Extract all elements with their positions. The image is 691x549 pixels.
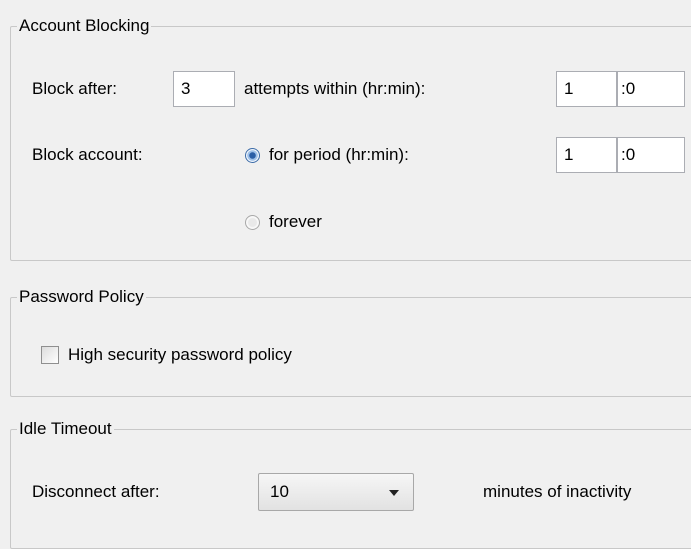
idle-timeout-legend: Idle Timeout [17, 418, 114, 440]
period-minutes-input[interactable]: :0 [617, 137, 685, 173]
minutes-inactivity-label: minutes of inactivity [483, 482, 632, 501]
password-policy-legend: Password Policy [17, 286, 146, 308]
within-hours-input[interactable]: 1 [556, 71, 617, 107]
disconnect-after-label: Disconnect after: [32, 482, 160, 501]
attempts-within-label: attempts within (hr:min): [244, 79, 426, 98]
within-minutes-value: 0 [625, 79, 636, 98]
high-security-label[interactable]: High security password policy [68, 343, 292, 367]
for-period-label[interactable]: for period (hr:min): [269, 143, 409, 167]
period-minutes-value: 0 [625, 145, 636, 164]
idle-minutes-select[interactable]: 10 [258, 473, 414, 511]
block-attempts-input[interactable]: 3 [173, 71, 235, 107]
block-account-label: Block account: [32, 145, 143, 164]
forever-radio[interactable] [245, 215, 260, 230]
within-minutes-input[interactable]: :0 [617, 71, 685, 107]
account-blocking-legend: Account Blocking [17, 15, 152, 37]
high-security-checkbox[interactable] [41, 346, 59, 364]
forever-label[interactable]: forever [269, 210, 322, 234]
block-after-label: Block after: [32, 79, 118, 98]
chevron-down-icon [389, 490, 399, 496]
period-hours-input[interactable]: 1 [556, 137, 617, 173]
idle-minutes-value: 10 [270, 482, 289, 501]
for-period-radio[interactable] [245, 148, 260, 163]
